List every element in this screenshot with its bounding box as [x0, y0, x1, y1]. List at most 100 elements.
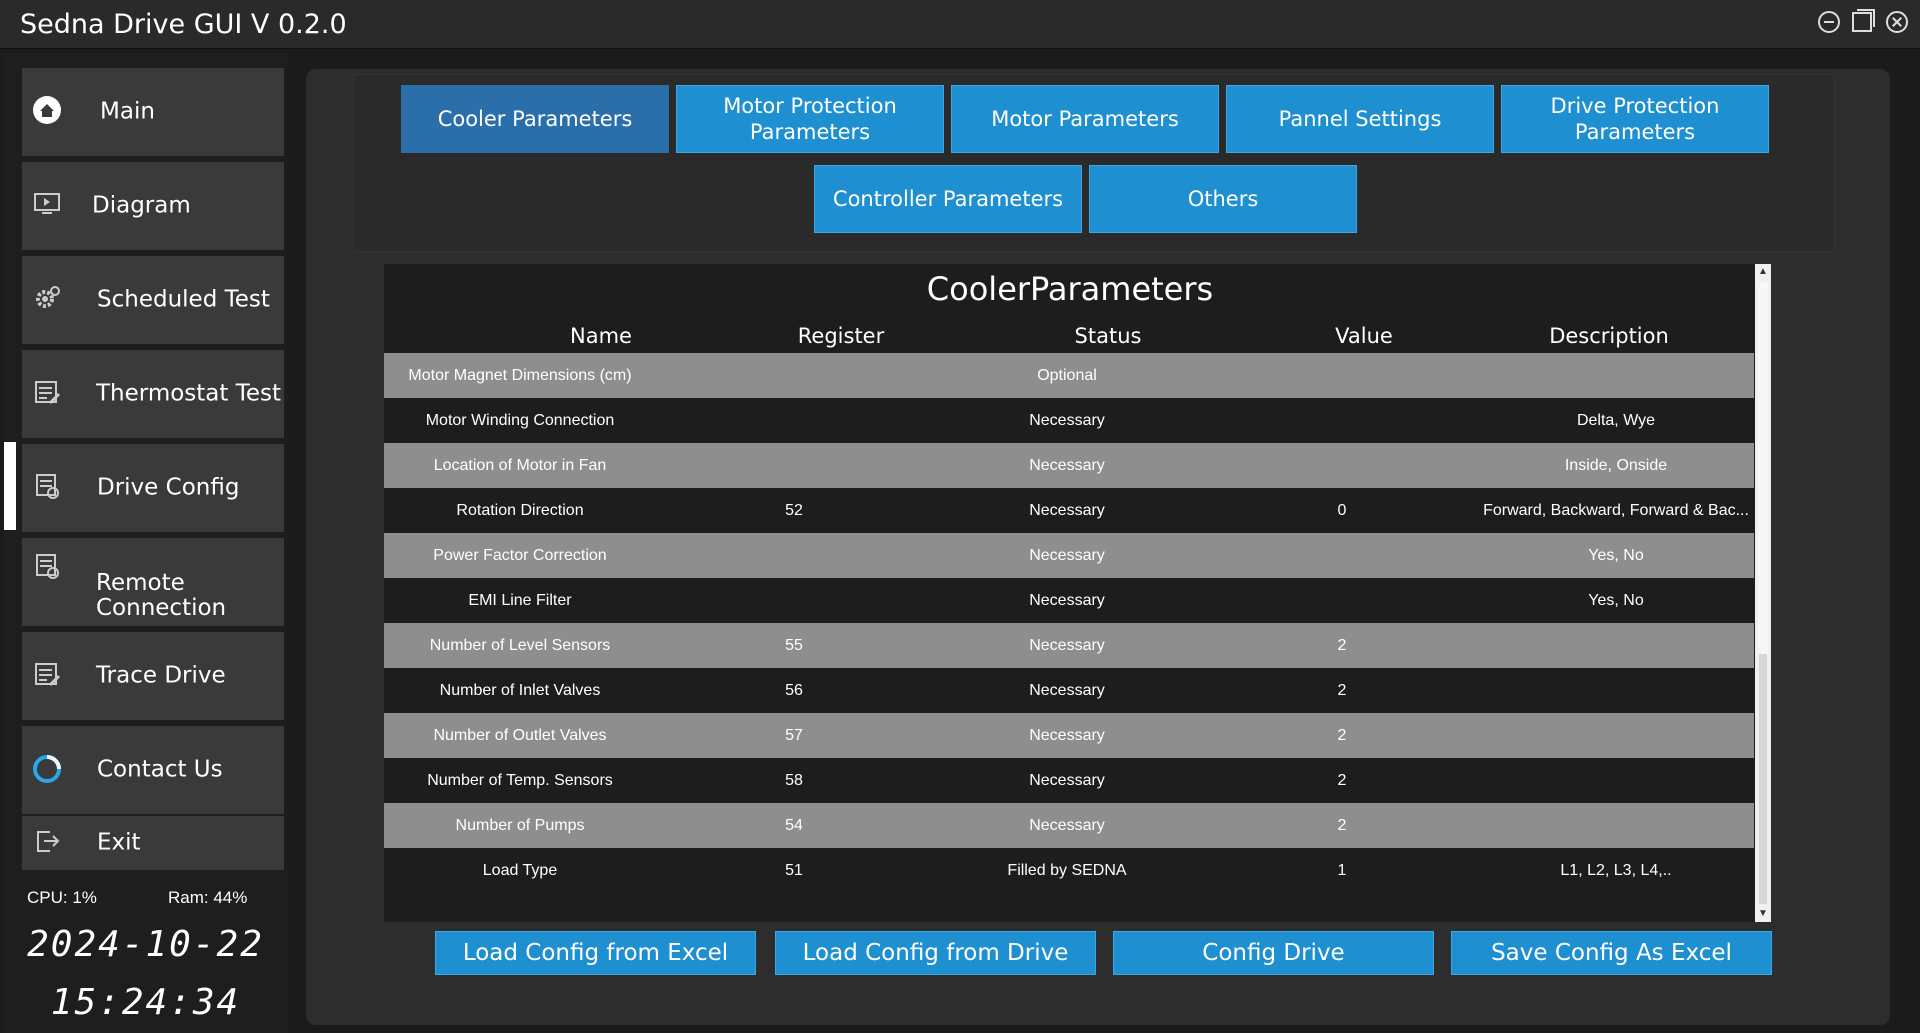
cell-status: Necessary	[1029, 457, 1105, 474]
sidebar-item-main[interactable]: Main	[22, 68, 284, 156]
header-description[interactable]: Description	[1549, 324, 1669, 348]
config-icon	[30, 471, 64, 505]
table-row[interactable]: Rotation Direction 52 Necessary 0 Forwar…	[384, 488, 1754, 533]
cell-register: 56	[785, 682, 803, 699]
exit-icon	[30, 826, 64, 860]
cell-description: L1, L2, L3, L4,..	[1560, 862, 1672, 879]
tab-pannel-settings[interactable]: Pannel Settings	[1226, 85, 1494, 153]
sidebar-item-label: Diagram	[92, 192, 191, 219]
cell-value[interactable]: 2	[1338, 758, 1347, 803]
cell-description: Delta, Wye	[1576, 412, 1656, 429]
ram-usage: Ram: 44%	[168, 888, 248, 907]
cell-register: 52	[785, 502, 803, 519]
time-display: 15:24:34	[50, 982, 241, 1023]
cell-name: Location of Motor in Fan	[433, 457, 607, 474]
remote-icon	[30, 551, 64, 585]
tab-motor-protection-parameters[interactable]: Motor Protection Parameters	[676, 85, 944, 153]
table-row[interactable]: Number of Level Sensors 55 Necessary 2	[384, 623, 1754, 668]
table-title: CoolerParameters	[926, 270, 1214, 308]
scroll-down-arrow-icon[interactable]: ▼	[1755, 906, 1771, 922]
table-row[interactable]: Power Factor Correction Necessary Yes, N…	[384, 533, 1754, 578]
sidebar-item-thermostat-test[interactable]: Thermostat Test	[22, 350, 284, 438]
table-row[interactable]: Number of Temp. Sensors 58 Necessary 2	[384, 758, 1754, 803]
cell-status: Necessary	[1029, 547, 1105, 564]
cell-description: Forward, Backward, Forward & Bac...	[1483, 502, 1749, 519]
gear-icon	[30, 283, 64, 317]
tab-controller-parameters[interactable]: Controller Parameters	[814, 165, 1082, 233]
cell-name: Number of Outlet Valves	[433, 727, 607, 744]
sidebar-item-label: Contact Us	[97, 756, 223, 783]
active-nav-marker	[4, 442, 16, 530]
table-row[interactable]: Motor Winding Connection Necessary Delta…	[384, 398, 1754, 443]
cell-name: EMI Line Filter	[468, 592, 572, 609]
sidebar-item-exit[interactable]: Exit	[22, 816, 284, 870]
cell-status: Necessary	[1029, 772, 1105, 789]
cell-value[interactable]: 2	[1338, 803, 1347, 848]
cell-register: 57	[785, 727, 803, 744]
cell-status: Necessary	[1029, 817, 1105, 834]
cell-value[interactable]: 1	[1338, 848, 1347, 893]
save-config-as-excel-button[interactable]: Save Config As Excel	[1451, 931, 1772, 975]
cell-status: Necessary	[1029, 502, 1105, 519]
scroll-track[interactable]	[1759, 654, 1767, 904]
header-name[interactable]: Name	[570, 324, 632, 348]
load-config-from-drive-button[interactable]: Load Config from Drive	[775, 931, 1096, 975]
sidebar-item-diagram[interactable]: Diagram	[22, 162, 284, 250]
tab-others[interactable]: Others	[1089, 165, 1357, 233]
cell-name: Power Factor Correction	[433, 547, 607, 564]
table-row[interactable]: Location of Motor in Fan Necessary Insid…	[384, 443, 1754, 488]
tab-motor-parameters[interactable]: Motor Parameters	[951, 85, 1219, 153]
table-row[interactable]: Number of Outlet Valves 57 Necessary 2	[384, 713, 1754, 758]
sidebar-item-label: Scheduled Test	[97, 286, 270, 313]
parameters-table: CoolerParameters Name Register Status Va…	[384, 264, 1771, 922]
cell-status: Necessary	[1029, 682, 1105, 699]
scroll-thumb[interactable]	[1758, 282, 1768, 654]
scroll-up-arrow-icon[interactable]: ▲	[1755, 264, 1771, 280]
restore-icon[interactable]	[1852, 9, 1875, 32]
cell-status: Filled by SEDNA	[1007, 862, 1127, 879]
cell-name: Number of Level Sensors	[429, 637, 611, 654]
test-board-icon	[30, 377, 64, 411]
cell-name: Motor Magnet Dimensions (cm)	[408, 367, 632, 384]
cell-register: 51	[785, 862, 803, 879]
sidebar-item-label: Trace Drive	[96, 662, 226, 689]
header-status[interactable]: Status	[1075, 324, 1142, 348]
cell-status: Necessary	[1029, 637, 1105, 654]
monitor-icon	[30, 189, 64, 223]
header-register[interactable]: Register	[798, 324, 884, 348]
cell-register: 54	[785, 817, 803, 834]
cell-status: Necessary	[1029, 727, 1105, 744]
tab-drive-protection-parameters[interactable]: Drive Protection Parameters	[1501, 85, 1769, 153]
table-row[interactable]: Number of Inlet Valves 56 Necessary 2	[384, 668, 1754, 713]
cell-value[interactable]: 2	[1338, 713, 1347, 758]
header-value[interactable]: Value	[1335, 324, 1393, 348]
table-row[interactable]: Motor Magnet Dimensions (cm) Optional	[384, 353, 1754, 398]
table-scrollbar[interactable]: ▲ ▼	[1755, 264, 1771, 922]
sidebar-item-scheduled-test[interactable]: Scheduled Test	[22, 256, 284, 344]
cell-value[interactable]: 2	[1338, 668, 1347, 713]
table-row[interactable]: Number of Pumps 54 Necessary 2	[384, 803, 1754, 848]
table-row[interactable]: Load Type 51 Filled by SEDNA 1 L1, L2, L…	[384, 848, 1754, 893]
cpu-usage: CPU: 1%	[27, 888, 97, 907]
sidebar-item-remote-connection[interactable]: Remote Connection	[22, 538, 284, 626]
tab-cooler-parameters[interactable]: Cooler Parameters	[401, 85, 669, 153]
sidebar-item-trace-drive[interactable]: Trace Drive	[22, 632, 284, 720]
cell-name: Number of Inlet Valves	[439, 682, 601, 699]
cell-name: Rotation Direction	[456, 502, 584, 519]
cell-status: Optional	[1037, 367, 1097, 384]
app-title: Sedna Drive GUI V 0.2.0	[20, 9, 347, 40]
cell-status: Necessary	[1029, 592, 1105, 609]
load-config-from-excel-button[interactable]: Load Config from Excel	[435, 931, 756, 975]
close-icon[interactable]	[1886, 11, 1908, 33]
cell-register: 58	[785, 772, 803, 789]
sidebar-item-contact-us[interactable]: Contact Us	[22, 726, 284, 814]
minimize-icon[interactable]	[1818, 11, 1840, 33]
contact-ring-icon	[30, 753, 64, 787]
cell-name: Number of Pumps	[455, 817, 585, 834]
config-drive-button[interactable]: Config Drive	[1113, 931, 1434, 975]
sidebar-item-drive-config[interactable]: Drive Config	[22, 444, 284, 532]
cell-value[interactable]: 2	[1338, 623, 1347, 668]
home-icon	[30, 95, 64, 129]
cell-value[interactable]: 0	[1338, 488, 1347, 533]
table-row[interactable]: EMI Line Filter Necessary Yes, No	[384, 578, 1754, 623]
